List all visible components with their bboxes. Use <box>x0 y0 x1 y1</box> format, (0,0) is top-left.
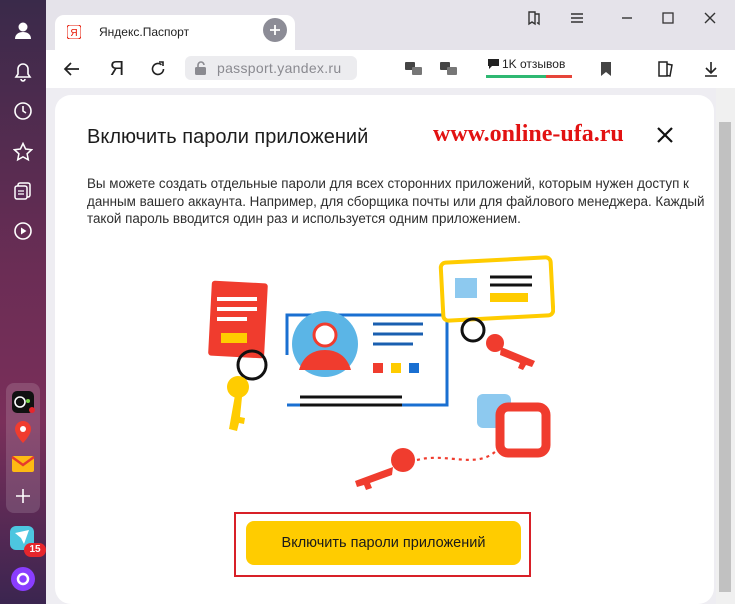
yandex-home-button[interactable]: Я <box>107 58 127 80</box>
media-icon[interactable] <box>9 217 37 245</box>
mail-icon[interactable] <box>9 450 37 478</box>
address-bar[interactable]: passport.yandex.ru <box>185 56 357 80</box>
address-toolbar: Я passport.yandex.ru 1K отзывов <box>46 50 735 88</box>
window-maximize-icon[interactable] <box>659 9 677 32</box>
messenger-badge: 15 <box>24 543 46 557</box>
address-url-text: passport.yandex.ru <box>217 60 342 76</box>
dialog-description: Вы можете создать отдельные пароли для в… <box>87 176 705 226</box>
back-arrow-icon[interactable] <box>62 59 82 79</box>
bookmarks-manager-icon[interactable] <box>525 9 543 32</box>
reviews-chat-icon <box>487 57 500 75</box>
page-content: Включить пароли приложений www.online-uf… <box>46 88 735 604</box>
app-passwords-illustration <box>205 255 556 495</box>
history-icon[interactable] <box>9 97 37 125</box>
browser-sidebar: 15 <box>0 0 46 604</box>
profile-icon[interactable] <box>9 16 37 44</box>
reviews-rating-bar <box>486 75 572 78</box>
add-app-icon[interactable] <box>9 482 37 510</box>
dialog-close-icon[interactable] <box>655 125 675 145</box>
window-close-icon[interactable] <box>701 9 719 32</box>
maps-icon[interactable] <box>9 418 37 446</box>
dialog-title: Включить пароли приложений <box>87 126 369 148</box>
collections-button-icon[interactable] <box>656 59 676 79</box>
bookmark-icon[interactable] <box>596 59 616 79</box>
favorites-icon[interactable] <box>9 138 37 166</box>
download-icon[interactable] <box>701 59 721 79</box>
tab-active[interactable]: Я Яндекс.Паспорт <box>55 15 295 50</box>
menu-icon[interactable] <box>568 9 586 32</box>
tab-title: Яндекс.Паспорт <box>99 25 190 39</box>
enable-app-passwords-button[interactable]: Включить пароли приложений <box>246 521 521 565</box>
reload-icon[interactable] <box>148 59 168 79</box>
scrollbar-thumb[interactable] <box>719 122 731 592</box>
notifications-icon[interactable] <box>9 58 37 86</box>
alice-radio-icon[interactable] <box>9 388 37 416</box>
tab-strip: Я Яндекс.Паспорт <box>46 0 735 50</box>
new-tab-button[interactable] <box>263 18 287 42</box>
collections-icon[interactable] <box>9 177 37 205</box>
watermark-text: www.online-ufa.ru <box>433 121 624 147</box>
alice-icon[interactable] <box>9 565 37 593</box>
yandex-favicon-icon: Я <box>66 24 82 40</box>
window-minimize-icon[interactable] <box>618 9 636 32</box>
translate-icon[interactable] <box>404 59 424 79</box>
reader-mode-icon[interactable] <box>439 59 459 79</box>
reviews-link[interactable]: 1K отзывов <box>502 57 565 71</box>
app-passwords-dialog: Включить пароли приложений www.online-uf… <box>55 95 714 604</box>
lock-icon[interactable] <box>193 61 209 81</box>
svg-text:Я: Я <box>70 28 77 39</box>
